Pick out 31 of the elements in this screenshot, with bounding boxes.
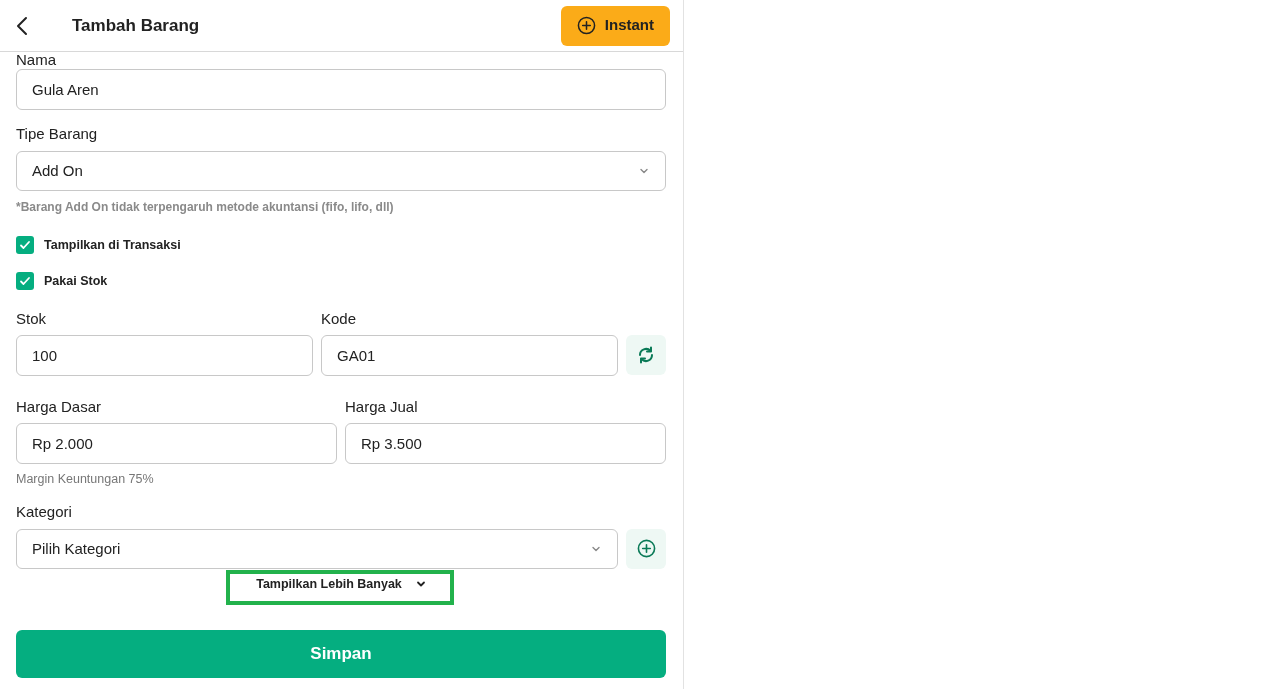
name-input[interactable]: Gula Aren (16, 69, 666, 110)
show-more-button[interactable]: Tampilkan Lebih Banyak (226, 569, 454, 605)
refresh-icon (636, 345, 656, 365)
field-label: Harga Dasar (16, 398, 103, 416)
instant-button[interactable]: Instant (560, 5, 670, 46)
plus-circle-icon (636, 539, 656, 559)
checkbox[interactable] (16, 236, 34, 254)
stock-input[interactable]: 100 (16, 335, 313, 376)
check-icon (19, 275, 31, 287)
field-label: Harga Jual (345, 398, 419, 416)
field-label: Nama (16, 52, 57, 68)
field-label: Stok (16, 310, 47, 328)
page-title: Tambah Barang (72, 14, 200, 37)
type-note: *Barang Add On tidak terpengaruh metode akuntansi (fifo, lifo, dll) (16, 199, 395, 216)
add-category-button[interactable] (626, 528, 666, 569)
type-select[interactable]: Add On (16, 151, 666, 191)
field-label: Kategori (16, 502, 73, 521)
field-label: Kode (321, 310, 358, 328)
checkbox[interactable] (16, 272, 34, 290)
code-input[interactable]: GA01 (321, 335, 618, 376)
margin-text: Margin Keuntungan 75% (16, 471, 155, 488)
category-select[interactable]: Pilih Kategori (16, 528, 618, 569)
back-icon[interactable] (14, 15, 30, 36)
checkbox-label: Pakai Stok (44, 272, 108, 290)
field-label: Tipe Barang (16, 125, 99, 143)
check-icon (19, 239, 31, 251)
base-price-input[interactable]: Rp 2.000 (16, 423, 337, 464)
sell-price-input[interactable]: Rp 3.500 (345, 423, 666, 464)
refresh-button[interactable] (626, 335, 666, 375)
plus-circle-icon (576, 16, 596, 35)
checkbox-label: Tampilkan di Transaksi (44, 236, 181, 254)
